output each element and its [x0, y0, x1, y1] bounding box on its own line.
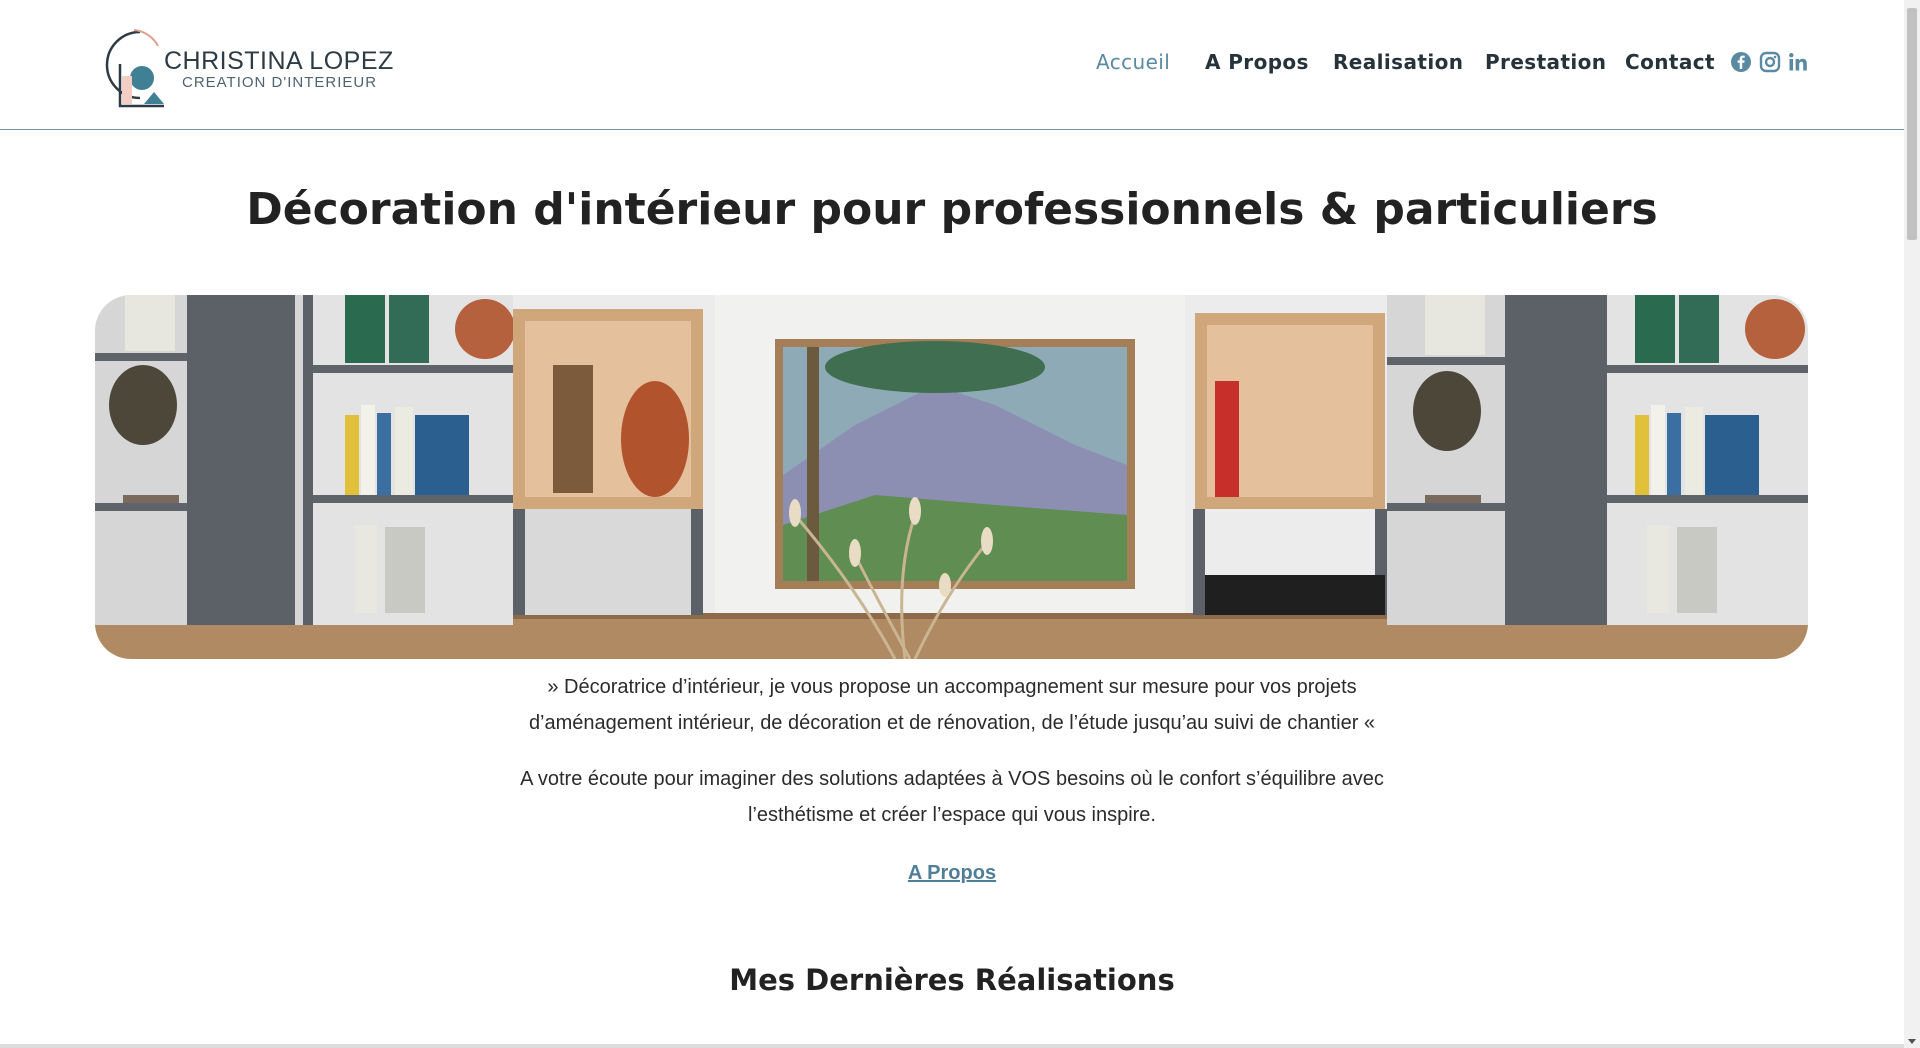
nav-item-a-propos[interactable]: A Propos [1205, 50, 1309, 74]
banner-illustration [95, 295, 1808, 659]
scroll-down-arrow-icon[interactable] [1908, 1039, 1916, 1044]
facebook-icon[interactable] [1730, 51, 1752, 73]
intro-text-line2: l’esthétisme et créer l’espace qui vous … [748, 804, 1156, 826]
about-link[interactable]: A Propos [908, 862, 996, 884]
site-header: CHRISTINA LOPEZ CREATION D'INTERIEUR Acc… [0, 0, 1904, 130]
intro-text-line1: A votre écoute pour imaginer des solutio… [520, 768, 1384, 790]
horizontal-scrollbar[interactable] [0, 1044, 1904, 1048]
main-nav: Accueil A Propos Realisation Prestation … [0, 50, 1904, 82]
linkedin-icon[interactable] [1787, 51, 1809, 73]
intro-quote-line1: » Décoratrice d’intérieur, je vous propo… [547, 676, 1357, 698]
nav-item-prestation[interactable]: Prestation [1485, 50, 1606, 74]
nav-item-contact[interactable]: Contact [1625, 50, 1715, 74]
hero-title: Décoration d'intérieur pour professionne… [246, 184, 1658, 235]
nav-item-realisation[interactable]: Realisation [1333, 50, 1463, 74]
instagram-icon[interactable] [1759, 51, 1781, 73]
hero-banner-image [95, 295, 1808, 659]
section-title: Mes Dernières Réalisations [729, 963, 1175, 997]
intro-quote-line2: d’aménagement intérieur, de décoration e… [528, 712, 1376, 734]
intro-text: A votre écoute pour imaginer des solutio… [0, 761, 1904, 833]
scrollbar-thumb[interactable] [1907, 8, 1917, 240]
vertical-scrollbar[interactable] [1904, 0, 1920, 1048]
nav-item-accueil[interactable]: Accueil [1096, 50, 1170, 74]
social-links [1730, 51, 1810, 79]
intro-quote: » Décoratrice d’intérieur, je vous propo… [0, 669, 1904, 741]
about-link-wrapper: A Propos [0, 862, 1904, 885]
